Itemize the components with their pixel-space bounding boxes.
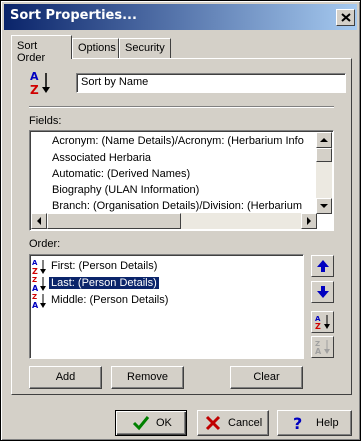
order-item-label: Last: (Person Details)	[48, 276, 160, 290]
move-up-button[interactable]	[311, 255, 334, 277]
order-label: Order:	[29, 238, 61, 250]
scroll-right-button[interactable]	[301, 213, 317, 229]
fields-vertical-scrollbar[interactable]	[316, 132, 332, 214]
help-button[interactable]: ? Help	[277, 410, 352, 436]
list-item[interactable]: Acronym: (Name Details)/Acronym: (Herbar…	[52, 135, 304, 149]
svg-text:A: A	[32, 259, 38, 267]
title-bar[interactable]: Sort Properties...	[4, 4, 357, 30]
order-item-label: First: (Person Details)	[51, 260, 158, 272]
scroll-down-button[interactable]	[316, 198, 332, 214]
fields-horizontal-scrollbar[interactable]	[31, 213, 317, 229]
cancel-button[interactable]: Cancel	[197, 410, 269, 436]
svg-text:Z: Z	[32, 267, 38, 275]
list-item[interactable]: Automatic: (Derived Names)	[52, 168, 190, 182]
list-item[interactable]: Z A Middle: (Person Details)	[30, 292, 300, 309]
tab-options[interactable]: Options	[72, 38, 119, 58]
sort-az-icon: A Z	[315, 315, 330, 330]
sort-za-icon: Z A	[32, 293, 46, 309]
svg-text:Z: Z	[32, 293, 37, 301]
svg-text:?: ?	[293, 414, 302, 432]
sort-za-icon: Z A	[32, 276, 46, 292]
arrow-down-icon	[320, 204, 328, 208]
order-list[interactable]: A Z First: (Person Details) Z A Last: (P…	[29, 254, 304, 359]
sort-descending-button: Z A	[311, 336, 334, 358]
arrow-up-icon	[320, 138, 328, 142]
arrow-left-icon	[37, 217, 41, 225]
scroll-thumb[interactable]	[47, 213, 181, 229]
cancel-x-icon	[205, 415, 221, 431]
order-item-label: Middle: (Person Details)	[51, 294, 169, 306]
svg-text:A: A	[315, 347, 322, 355]
sort-az-icon: A Z	[32, 259, 46, 275]
svg-text:Z: Z	[30, 83, 39, 97]
list-item[interactable]: Associated Herbaria	[52, 152, 151, 166]
svg-text:A: A	[30, 70, 39, 83]
move-down-button[interactable]	[311, 281, 334, 303]
help-label: Help	[316, 417, 339, 429]
window-title: Sort Properties...	[10, 8, 137, 23]
ok-button[interactable]: OK	[115, 410, 187, 436]
close-icon	[341, 13, 351, 22]
sort-az-icon: A Z	[30, 70, 50, 97]
svg-text:Z: Z	[315, 322, 321, 330]
list-item[interactable]: Branch: (Organisation Details)/Division:…	[52, 200, 302, 214]
sort-name-input[interactable]: Sort by Name	[76, 73, 346, 93]
svg-text:A: A	[32, 301, 39, 309]
close-button[interactable]	[336, 9, 355, 26]
sort-za-icon: Z A	[315, 340, 330, 355]
remove-button[interactable]: Remove	[111, 366, 184, 389]
cancel-label: Cancel	[228, 417, 263, 429]
tab-label: Sort Order	[17, 40, 46, 64]
arrow-down-icon	[317, 286, 329, 298]
help-question-icon: ?	[293, 414, 302, 432]
sort-properties-dialog: Sort Properties... Sort Order Options Se…	[0, 0, 361, 441]
tab-sort-order[interactable]: Sort Order	[11, 35, 72, 64]
divider	[29, 106, 334, 108]
list-item[interactable]: A Z First: (Person Details)	[30, 258, 300, 275]
sort-ascending-button[interactable]: A Z	[311, 311, 334, 333]
arrow-right-icon	[307, 217, 311, 225]
scroll-thumb[interactable]	[316, 148, 332, 162]
fields-label: Fields:	[29, 115, 62, 127]
clear-button[interactable]: Clear	[230, 366, 303, 389]
scroll-left-button[interactable]	[31, 213, 47, 229]
svg-text:Z: Z	[32, 276, 37, 284]
tab-label: Options	[78, 42, 116, 54]
add-button[interactable]: Add	[29, 366, 102, 389]
checkmark-icon	[132, 416, 150, 431]
list-item[interactable]: Z A Last: (Person Details)	[30, 275, 300, 292]
scroll-up-button[interactable]	[316, 132, 332, 148]
tab-label: Security	[125, 42, 165, 54]
svg-text:A: A	[32, 284, 39, 292]
arrow-up-icon	[317, 260, 329, 272]
fields-list[interactable]: Acronym: (Name Details)/Acronym: (Herbar…	[29, 130, 334, 231]
ok-label: OK	[156, 417, 172, 429]
tab-security[interactable]: Security	[119, 38, 171, 58]
list-item[interactable]: Biography (ULAN Information)	[52, 184, 199, 198]
